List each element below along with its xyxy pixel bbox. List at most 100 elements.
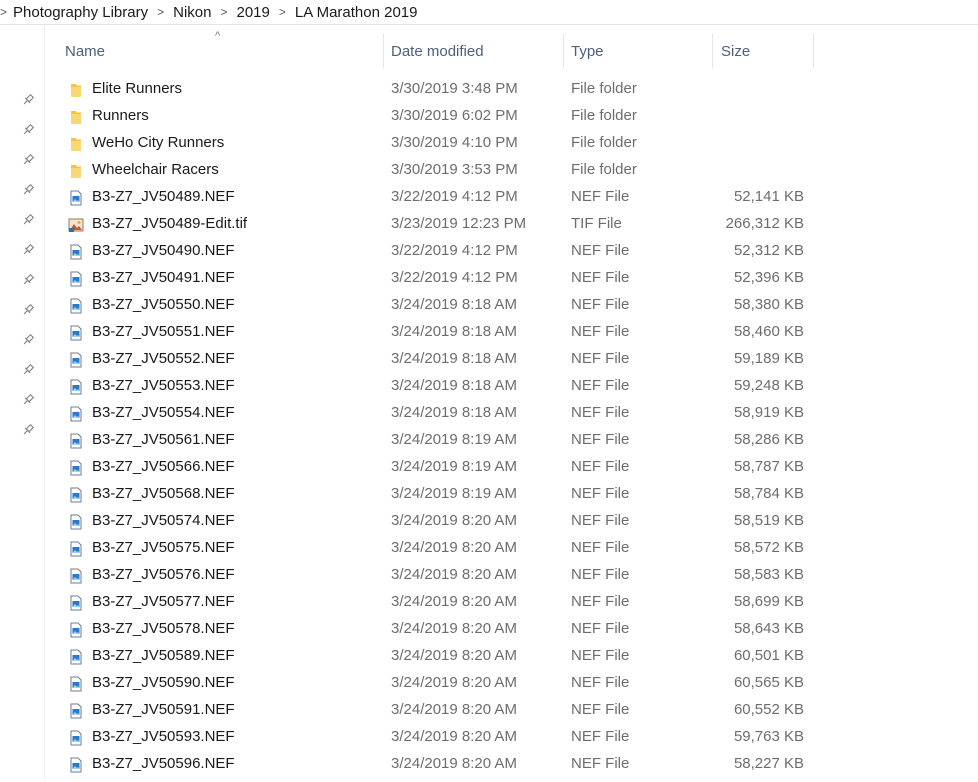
file-name: B3-Z7_JV50576.NEF xyxy=(92,566,235,583)
file-name: B3-Z7_JV50554.NEF xyxy=(92,404,235,421)
date-modified: 3/24/2019 8:20 AM xyxy=(391,620,517,637)
column-resize-handle[interactable] xyxy=(383,34,384,68)
column-header-type[interactable]: Type xyxy=(571,34,712,68)
chevron-right-icon[interactable]: > xyxy=(0,5,13,19)
file-type: TIF File xyxy=(571,215,622,232)
breadcrumb-item-photography-library[interactable]: Photography Library xyxy=(13,4,148,21)
column-header-type-label: Type xyxy=(571,42,604,60)
file-name: B3-Z7_JV50489.NEF xyxy=(92,188,235,205)
file-name: B3-Z7_JV50591.NEF xyxy=(92,701,235,718)
file-name: WeHo City Runners xyxy=(92,134,225,151)
file-row[interactable]: B3-Z7_JV50491.NEF 3/22/2019 4:12 PM NEF Fi… xyxy=(0,264,978,291)
date-modified: 3/22/2019 4:12 PM xyxy=(391,269,518,286)
file-row[interactable]: B3-Z7_JV50553.NEF 3/24/2019 8:18 AM NEF Fi… xyxy=(0,372,978,399)
image-file-icon xyxy=(68,404,84,422)
column-resize-handle[interactable] xyxy=(712,34,713,68)
date-modified: 3/24/2019 8:20 AM xyxy=(391,539,517,556)
file-name: B3-Z7_JV50575.NEF xyxy=(92,539,235,556)
image-file-icon xyxy=(68,620,84,638)
file-row[interactable]: B3-Z7_JV50575.NEF 3/24/2019 8:20 AM NEF Fi… xyxy=(0,534,978,561)
file-row[interactable]: B3-Z7_JV50561.NEF 3/24/2019 8:19 AM NEF Fi… xyxy=(0,426,978,453)
file-row[interactable]: B3-Z7_JV50590.NEF 3/24/2019 8:20 AM NEF Fi… xyxy=(0,669,978,696)
file-type: File folder xyxy=(571,107,637,124)
file-name: Runners xyxy=(92,107,149,124)
breadcrumb-item-2019[interactable]: 2019 xyxy=(237,4,270,21)
file-size: 60,501 KB xyxy=(733,647,804,664)
file-row[interactable]: B3-Z7_JV50490.NEF 3/22/2019 4:12 PM NEF Fi… xyxy=(0,237,978,264)
file-row[interactable]: B3-Z7_JV50566.NEF 3/24/2019 8:19 AM NEF Fi… xyxy=(0,453,978,480)
file-type: NEF File xyxy=(571,188,630,205)
file-type: File folder xyxy=(571,161,637,178)
file-row[interactable]: B3-Z7_JV50552.NEF 3/24/2019 8:18 AM NEF Fi… xyxy=(0,345,978,372)
file-size: 58,572 KB xyxy=(733,539,804,556)
file-row[interactable]: B3-Z7_JV50489-Edit.tif 3/23/2019 12:23 PM… xyxy=(0,210,978,237)
file-row[interactable]: B3-Z7_JV50591.NEF 3/24/2019 8:20 AM NEF Fi… xyxy=(0,696,978,723)
file-size: 58,380 KB xyxy=(733,296,804,313)
chevron-right-icon[interactable]: > xyxy=(211,5,236,19)
file-type: NEF File xyxy=(571,566,630,583)
file-type: NEF File xyxy=(571,539,630,556)
date-modified: 3/24/2019 8:20 AM xyxy=(391,728,517,745)
column-header-name[interactable]: Name xyxy=(65,34,383,68)
file-size: 52,312 KB xyxy=(733,242,804,259)
date-modified: 3/24/2019 8:19 AM xyxy=(391,485,517,502)
file-type: File folder xyxy=(571,80,637,97)
file-type: NEF File xyxy=(571,755,630,772)
date-modified: 3/24/2019 8:18 AM xyxy=(391,404,517,421)
file-name: B3-Z7_JV50491.NEF xyxy=(92,269,235,286)
file-size: 60,565 KB xyxy=(733,674,804,691)
file-row[interactable]: B3-Z7_JV50577.NEF 3/24/2019 8:20 AM NEF Fi… xyxy=(0,588,978,615)
folder-icon xyxy=(68,134,84,151)
file-row[interactable]: B3-Z7_JV50574.NEF 3/24/2019 8:20 AM NEF Fi… xyxy=(0,507,978,534)
file-size: 59,189 KB xyxy=(733,350,804,367)
file-type: NEF File xyxy=(571,431,630,448)
file-row[interactable]: B3-Z7_JV50550.NEF 3/24/2019 8:18 AM NEF Fi… xyxy=(0,291,978,318)
file-row[interactable]: B3-Z7_JV50551.NEF 3/24/2019 8:18 AM NEF Fi… xyxy=(0,318,978,345)
date-modified: 3/24/2019 8:18 AM xyxy=(391,323,517,340)
date-modified: 3/22/2019 4:12 PM xyxy=(391,188,518,205)
file-row[interactable]: B3-Z7_JV50589.NEF 3/24/2019 8:20 AM NEF Fi… xyxy=(0,642,978,669)
file-type: NEF File xyxy=(571,404,630,421)
column-resize-handle[interactable] xyxy=(813,34,814,68)
image-file-icon xyxy=(68,242,84,260)
file-type: NEF File xyxy=(571,647,630,664)
image-file-icon xyxy=(68,350,84,368)
image-file-icon xyxy=(68,377,84,395)
breadcrumb-item-nikon[interactable]: Nikon xyxy=(173,4,211,21)
folder-row[interactable]: WeHo City Runners 3/30/2019 4:10 PM File f… xyxy=(0,129,978,156)
file-row[interactable]: B3-Z7_JV50596.NEF 3/24/2019 8:20 AM NEF Fi… xyxy=(0,750,978,777)
column-header-size[interactable]: Size xyxy=(721,34,813,68)
image-file-icon xyxy=(68,674,84,692)
folder-icon xyxy=(68,161,84,178)
file-type: NEF File xyxy=(571,350,630,367)
chevron-right-icon[interactable]: > xyxy=(270,5,295,19)
image-file-icon xyxy=(68,512,84,530)
file-row[interactable]: B3-Z7_JV50489.NEF 3/22/2019 4:12 PM NEF Fi… xyxy=(0,183,978,210)
date-modified: 3/30/2019 3:53 PM xyxy=(391,161,518,178)
file-size: 58,519 KB xyxy=(733,512,804,529)
date-modified: 3/24/2019 8:20 AM xyxy=(391,701,517,718)
file-size: 52,141 KB xyxy=(733,188,804,205)
file-size: 58,460 KB xyxy=(733,323,804,340)
breadcrumb: > Photography Library > Nikon > 2019 > L… xyxy=(0,0,978,25)
folder-row[interactable]: Runners 3/30/2019 6:02 PM File folder xyxy=(0,102,978,129)
file-name: B3-Z7_JV50566.NEF xyxy=(92,458,235,475)
image-file-icon xyxy=(68,458,84,476)
file-name: B3-Z7_JV50589.NEF xyxy=(92,647,235,664)
file-row[interactable]: B3-Z7_JV50554.NEF 3/24/2019 8:18 AM NEF Fi… xyxy=(0,399,978,426)
file-row[interactable]: B3-Z7_JV50593.NEF 3/24/2019 8:20 AM NEF Fi… xyxy=(0,723,978,750)
date-modified: 3/24/2019 8:19 AM xyxy=(391,458,517,475)
breadcrumb-item-la-marathon-2019[interactable]: LA Marathon 2019 xyxy=(295,4,418,21)
file-row[interactable]: B3-Z7_JV50568.NEF 3/24/2019 8:19 AM NEF Fi… xyxy=(0,480,978,507)
file-row[interactable]: B3-Z7_JV50578.NEF 3/24/2019 8:20 AM NEF Fi… xyxy=(0,615,978,642)
column-resize-handle[interactable] xyxy=(563,34,564,68)
file-name: B3-Z7_JV50596.NEF xyxy=(92,755,235,772)
date-modified: 3/24/2019 8:18 AM xyxy=(391,296,517,313)
file-type: NEF File xyxy=(571,593,630,610)
folder-row[interactable]: Elite Runners 3/30/2019 3:48 PM File folde… xyxy=(0,75,978,102)
column-header-date-modified[interactable]: Date modified xyxy=(391,34,563,68)
folder-row[interactable]: Wheelchair Racers 3/30/2019 3:53 PM File f… xyxy=(0,156,978,183)
folder-icon xyxy=(68,80,84,97)
file-row[interactable]: B3-Z7_JV50576.NEF 3/24/2019 8:20 AM NEF Fi… xyxy=(0,561,978,588)
chevron-right-icon[interactable]: > xyxy=(148,5,173,19)
